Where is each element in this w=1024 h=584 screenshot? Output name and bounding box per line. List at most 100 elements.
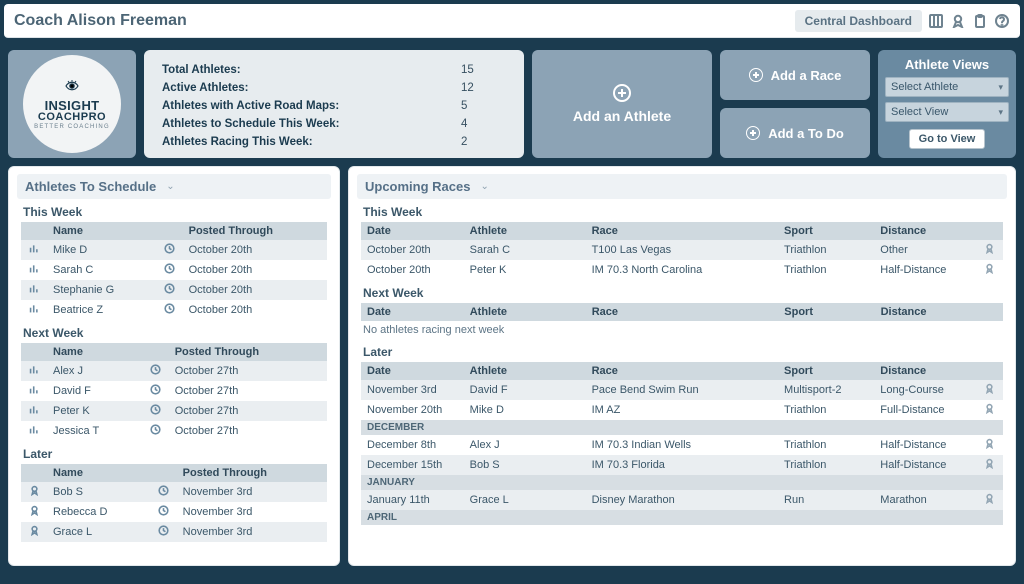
medal-icon[interactable] bbox=[983, 263, 997, 274]
section-this-week: This Week bbox=[363, 205, 1003, 219]
medal-icon[interactable] bbox=[983, 493, 997, 504]
athlete-views-title: Athlete Views bbox=[905, 57, 989, 72]
panel-header[interactable]: Upcoming Races ⌄ bbox=[357, 174, 1007, 199]
schedule-table-this-week: NamePosted Through Mike DOctober 20th Sa… bbox=[21, 222, 327, 320]
go-to-view-button[interactable]: Go to View bbox=[909, 129, 986, 149]
plus-icon bbox=[613, 84, 631, 102]
table-row[interactable]: Beatrice ZOctober 20th bbox=[21, 300, 327, 320]
table-row[interactable]: November 20thMike DIM AZTriathlonFull-Di… bbox=[361, 400, 1003, 420]
help-icon[interactable] bbox=[994, 13, 1010, 29]
medal-icon bbox=[27, 525, 41, 536]
bars-icon bbox=[27, 303, 41, 314]
clock-icon bbox=[163, 303, 177, 314]
table-row[interactable]: Rebecca DNovember 3rd bbox=[21, 502, 327, 522]
bars-icon bbox=[27, 424, 41, 435]
table-row[interactable]: October 20thSarah CT100 Las VegasTriathl… bbox=[361, 240, 1003, 260]
logo: INSIGHT COACHPRO BETTER COACHING bbox=[23, 55, 121, 153]
add-todo-button[interactable]: Add a To Do bbox=[720, 108, 870, 158]
clock-icon bbox=[149, 424, 163, 435]
panel-athletes-to-schedule: Athletes To Schedule ⌄ This Week NamePos… bbox=[8, 166, 340, 566]
table-row[interactable]: Peter KOctober 27th bbox=[21, 401, 327, 421]
logo-card: INSIGHT COACHPRO BETTER COACHING bbox=[8, 50, 136, 158]
races-table-later: DateAthleteRaceSportDistance November 3r… bbox=[361, 362, 1003, 525]
stat-row: Athletes to Schedule This Week:4 bbox=[162, 116, 506, 132]
chevron-down-icon: ▾ bbox=[998, 82, 1003, 93]
table-row[interactable]: October 20thPeter KIM 70.3 North Carolin… bbox=[361, 260, 1003, 280]
section-this-week: This Week bbox=[23, 205, 327, 219]
clock-icon bbox=[163, 243, 177, 254]
medal-icon bbox=[27, 505, 41, 516]
table-row[interactable]: November 3rdDavid FPace Bend Swim RunMul… bbox=[361, 380, 1003, 400]
table-row[interactable]: December 8thAlex JIM 70.3 Indian WellsTr… bbox=[361, 435, 1003, 455]
table-row[interactable]: Bob SNovember 3rd bbox=[21, 482, 327, 502]
month-divider: JANUARY bbox=[361, 475, 1003, 490]
select-view-dropdown[interactable]: Select View▾ bbox=[885, 102, 1009, 122]
month-divider: APRIL bbox=[361, 510, 1003, 525]
table-row[interactable]: Stephanie GOctober 20th bbox=[21, 280, 327, 300]
clipboard-icon[interactable] bbox=[972, 13, 988, 29]
stats-card: Total Athletes:15 Active Athletes:12 Ath… bbox=[144, 50, 524, 158]
medal-icon[interactable] bbox=[983, 403, 997, 414]
chevron-down-icon: ⌄ bbox=[480, 181, 488, 192]
clock-icon bbox=[149, 364, 163, 375]
clock-icon bbox=[157, 485, 171, 496]
table-row[interactable]: Sarah COctober 20th bbox=[21, 260, 327, 280]
section-later: Later bbox=[23, 447, 327, 461]
stat-row: Total Athletes:15 bbox=[162, 62, 506, 78]
bars-icon bbox=[27, 283, 41, 294]
chevron-down-icon: ▾ bbox=[998, 107, 1003, 118]
layout-icon[interactable] bbox=[928, 13, 944, 29]
add-athlete-button[interactable]: Add an Athlete bbox=[532, 50, 712, 158]
plus-icon bbox=[746, 126, 760, 140]
top-right-tools: Central Dashboard bbox=[795, 10, 1010, 32]
table-row[interactable]: Jessica TOctober 27th bbox=[21, 421, 327, 441]
action-band: INSIGHT COACHPRO BETTER COACHING Total A… bbox=[0, 42, 1024, 166]
table-row[interactable]: David FOctober 27th bbox=[21, 381, 327, 401]
clock-icon bbox=[157, 505, 171, 516]
bars-icon bbox=[27, 263, 41, 274]
medal-icon bbox=[27, 485, 41, 496]
table-row[interactable]: December 15thBob SIM 70.3 FloridaTriathl… bbox=[361, 455, 1003, 475]
panel-upcoming-races: Upcoming Races ⌄ This Week DateAthleteRa… bbox=[348, 166, 1016, 566]
bars-icon bbox=[27, 364, 41, 375]
bars-icon bbox=[27, 404, 41, 415]
dashboard-pill[interactable]: Central Dashboard bbox=[795, 10, 922, 32]
panel-header[interactable]: Athletes To Schedule ⌄ bbox=[17, 174, 331, 199]
table-row[interactable]: Alex JOctober 27th bbox=[21, 361, 327, 381]
clock-icon bbox=[163, 283, 177, 294]
stat-row: Active Athletes:12 bbox=[162, 80, 506, 96]
top-bar: Coach Alison Freeman Central Dashboard bbox=[4, 4, 1020, 38]
schedule-table-next-week: NamePosted Through Alex JOctober 27th Da… bbox=[21, 343, 327, 441]
section-next-week: Next Week bbox=[363, 286, 1003, 300]
table-row[interactable]: Mike DOctober 20th bbox=[21, 240, 327, 260]
plus-icon bbox=[749, 68, 763, 82]
empty-state-text: No athletes racing next week bbox=[361, 321, 1003, 339]
medal-icon[interactable] bbox=[983, 383, 997, 394]
medal-icon[interactable] bbox=[983, 243, 997, 254]
schedule-table-later: NamePosted Through Bob SNovember 3rd Reb… bbox=[21, 464, 327, 542]
clock-icon bbox=[149, 384, 163, 395]
stat-row: Athletes with Active Road Maps:5 bbox=[162, 98, 506, 114]
table-row[interactable]: January 11thGrace LDisney MarathonRunMar… bbox=[361, 490, 1003, 510]
section-later: Later bbox=[363, 345, 1003, 359]
stat-row: Athletes Racing This Week:2 bbox=[162, 134, 506, 150]
section-next-week: Next Week bbox=[23, 326, 327, 340]
clock-icon bbox=[163, 263, 177, 274]
medal-icon[interactable] bbox=[950, 13, 966, 29]
clock-icon bbox=[149, 404, 163, 415]
add-race-button[interactable]: Add a Race bbox=[720, 50, 870, 100]
chevron-down-icon: ⌄ bbox=[166, 181, 174, 192]
select-athlete-dropdown[interactable]: Select Athlete▾ bbox=[885, 77, 1009, 97]
bars-icon bbox=[27, 384, 41, 395]
medal-icon[interactable] bbox=[983, 438, 997, 449]
athlete-views-card: Athlete Views Select Athlete▾ Select Vie… bbox=[878, 50, 1016, 158]
medal-icon[interactable] bbox=[983, 458, 997, 469]
races-table-next-week: DateAthleteRaceSportDistance bbox=[361, 303, 1003, 321]
races-table-this-week: DateAthleteRaceSportDistance October 20t… bbox=[361, 222, 1003, 280]
clock-icon bbox=[157, 525, 171, 536]
eye-icon bbox=[59, 79, 85, 96]
bars-icon bbox=[27, 243, 41, 254]
page-title: Coach Alison Freeman bbox=[14, 12, 187, 30]
month-divider: DECEMBER bbox=[361, 420, 1003, 435]
table-row[interactable]: Grace LNovember 3rd bbox=[21, 522, 327, 542]
